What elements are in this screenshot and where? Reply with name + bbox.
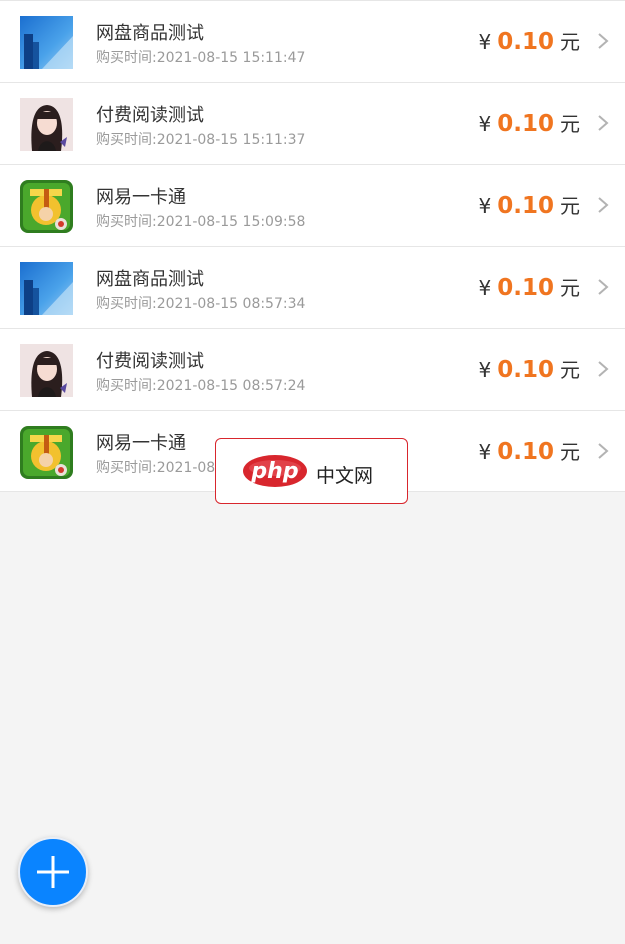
order-price: ¥0.10 元 <box>478 357 580 383</box>
chevron-right-icon <box>597 32 609 50</box>
order-list: 网盘商品测试 购买时间:2021-08-15 15:11:47 ¥0.10 元 付… <box>0 0 625 492</box>
chevron-right-icon <box>597 114 609 132</box>
city-photo-icon <box>20 262 73 315</box>
watermark-text: 中文网 <box>316 465 374 487</box>
order-price: ¥0.10 元 <box>478 193 580 219</box>
city-photo-icon <box>20 16 73 69</box>
purchase-time: 购买时间:2021-08-15 15:09:58 <box>96 214 306 230</box>
purchase-time: 购买时间:2021-08-15 15:11:47 <box>96 50 306 66</box>
php-logo-text: php <box>250 459 298 484</box>
chevron-right-icon <box>597 196 609 214</box>
add-button[interactable] <box>18 837 88 907</box>
purchase-time: 购买时间:2021-08-15 08:57:24 <box>96 378 306 394</box>
order-title: 付费阅读测试 <box>96 351 204 372</box>
netease-game-icon <box>20 180 73 233</box>
order-title: 网盘商品测试 <box>96 269 204 290</box>
netease-game-icon <box>20 426 73 479</box>
order-row[interactable]: 网盘商品测试 购买时间:2021-08-15 15:11:47 ¥0.10 元 <box>0 1 625 83</box>
chevron-right-icon <box>597 360 609 378</box>
order-row[interactable]: 网易一卡通 购买时间:2021-08-15 15:09:58 ¥0.10 元 <box>0 165 625 247</box>
order-row[interactable]: 网盘商品测试 购买时间:2021-08-15 08:57:34 ¥0.10 元 <box>0 247 625 329</box>
php-logo-icon: php <box>243 455 307 487</box>
order-price: ¥0.10 元 <box>478 275 580 301</box>
purchase-time: 购买时间:2021-08-15 15:11:37 <box>96 132 306 148</box>
php-cn-watermark: php 中文网 <box>215 438 408 504</box>
order-title: 网盘商品测试 <box>96 23 204 44</box>
purchase-time: 购买时间:2021-08 <box>96 460 216 476</box>
purchase-time: 购买时间:2021-08-15 08:57:34 <box>96 296 306 312</box>
order-title: 网易一卡通 <box>96 433 186 454</box>
plus-icon <box>37 856 69 888</box>
order-price: ¥0.10 元 <box>478 439 580 465</box>
order-row[interactable]: 付费阅读测试 购买时间:2021-08-15 08:57:24 ¥0.10 元 <box>0 329 625 411</box>
order-price: ¥0.10 元 <box>478 29 580 55</box>
girl-portrait-icon <box>20 344 73 397</box>
order-title: 网易一卡通 <box>96 187 186 208</box>
chevron-right-icon <box>597 442 609 460</box>
chevron-right-icon <box>597 278 609 296</box>
girl-portrait-icon <box>20 98 73 151</box>
order-price: ¥0.10 元 <box>478 111 580 137</box>
order-title: 付费阅读测试 <box>96 105 204 126</box>
order-row[interactable]: 付费阅读测试 购买时间:2021-08-15 15:11:37 ¥0.10 元 <box>0 83 625 165</box>
